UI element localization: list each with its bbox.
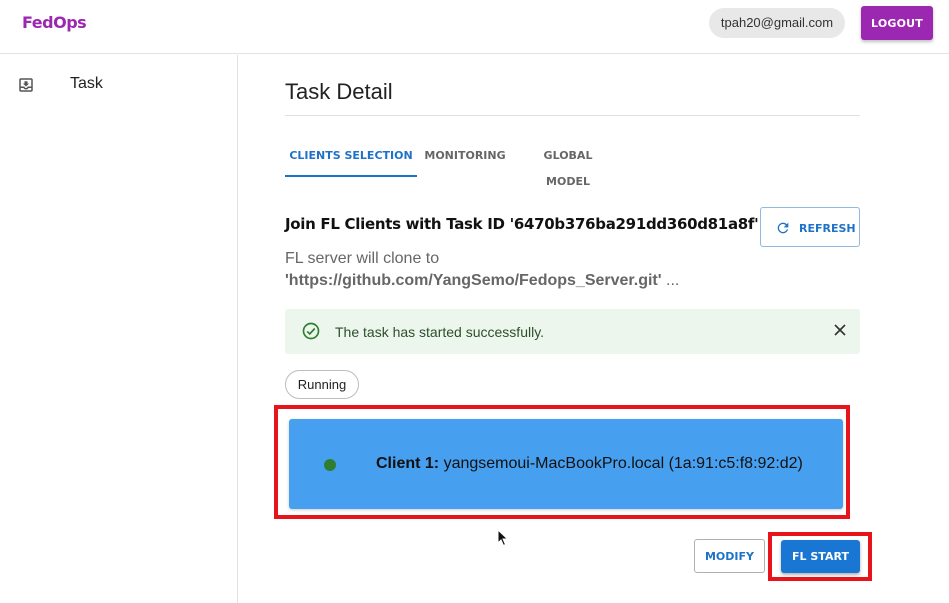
refresh-button[interactable]: REFRESH [760, 207, 860, 247]
mouse-cursor-icon [497, 529, 509, 547]
clone-description: FL server will clone to [285, 250, 440, 267]
user-email-chip: tpah20@gmail.com [709, 8, 845, 38]
sidebar-item-task[interactable]: Task [0, 65, 237, 105]
client-card[interactable]: Client 1: yangsemoui-MacBookPro.local (1… [289, 419, 843, 509]
client-value: yangsemoui-MacBookPro.local (1a:91:c5:f8… [443, 455, 803, 472]
modify-button[interactable]: MODIFY [694, 539, 765, 573]
alert-message: The task has started successfully. [335, 324, 545, 340]
check-circle-icon [302, 322, 320, 340]
inbox-icon [19, 78, 33, 92]
page-title: Task Detail [285, 79, 393, 104]
main-content: Task Detail CLIENTS SELECTION MONITORING… [239, 55, 949, 603]
sidebar-item-label: Task [70, 75, 103, 92]
client-label: Client 1: [376, 455, 440, 472]
close-icon[interactable] [830, 320, 850, 340]
tab-global-model[interactable]: GLOBAL MODEL [523, 143, 613, 188]
join-clients-heading: Join FL Clients with Task ID '6470b376ba… [285, 215, 759, 233]
fl-start-button[interactable]: FL START [781, 540, 860, 573]
top-app-bar: FedOps tpah20@gmail.com LOGOUT [0, 0, 949, 54]
clone-url: 'https://github.com/YangSemo/Fedops_Serv… [285, 272, 662, 289]
brand-logo[interactable]: FedOps [22, 13, 87, 32]
status-badge: Running [285, 370, 359, 399]
client-highlight-frame: Client 1: yangsemoui-MacBookPro.local (1… [274, 405, 850, 519]
client-status-dot [324, 459, 336, 471]
start-highlight-frame: FL START [768, 532, 872, 581]
tab-clients-selection[interactable]: CLIENTS SELECTION [285, 143, 417, 177]
sidebar: Task [0, 55, 238, 603]
client-info: Client 1: yangsemoui-MacBookPro.local (1… [376, 455, 803, 473]
logout-button[interactable]: LOGOUT [861, 6, 933, 40]
clone-url-line: 'https://github.com/YangSemo/Fedops_Serv… [285, 272, 679, 290]
refresh-label: REFRESH [799, 222, 856, 235]
success-alert: The task has started successfully. [285, 309, 860, 354]
refresh-icon [777, 222, 789, 234]
tab-monitoring[interactable]: MONITORING [423, 143, 507, 177]
title-divider [285, 115, 860, 116]
clone-ellipsis: ... [661, 272, 680, 289]
